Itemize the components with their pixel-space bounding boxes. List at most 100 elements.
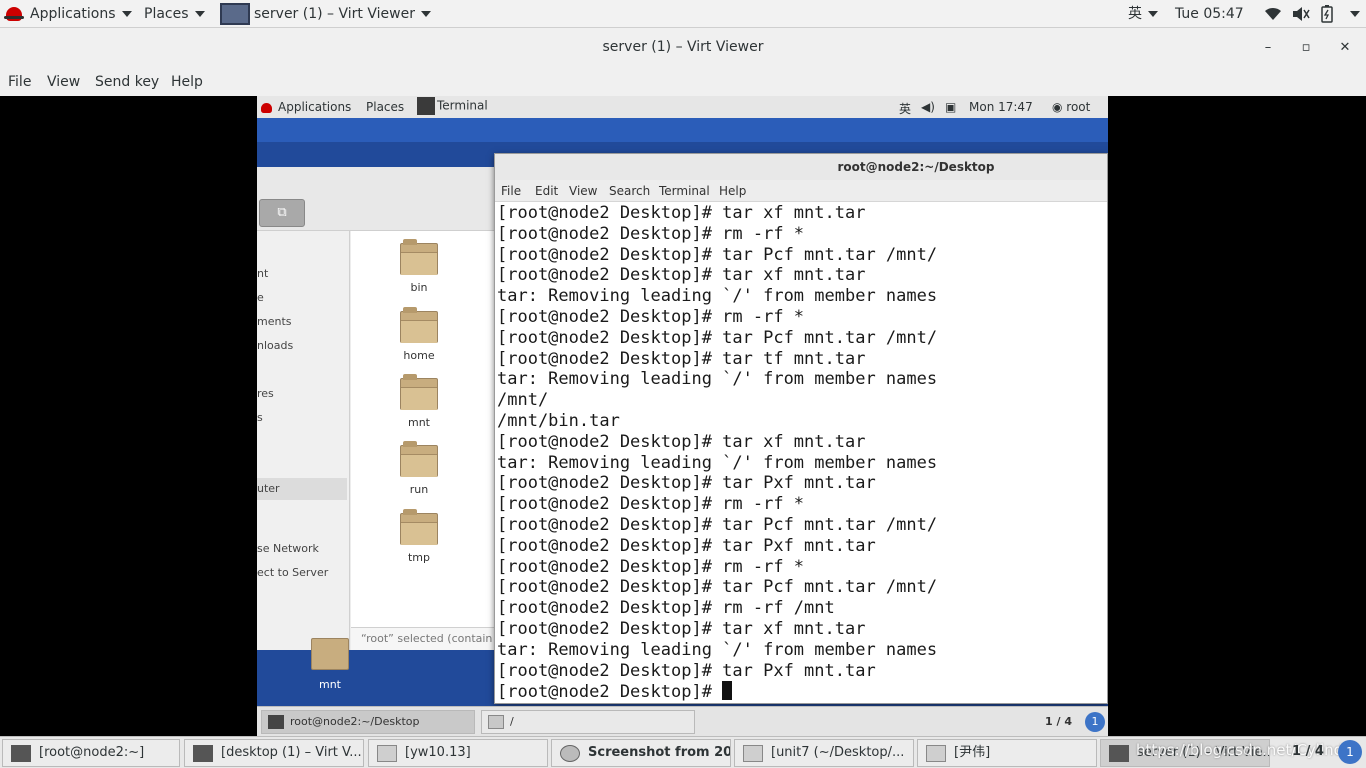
- host-task-screenshot[interactable]: Screenshot from 20...: [551, 739, 731, 767]
- host-workspace-indicator[interactable]: 1 / 4: [1292, 744, 1324, 759]
- folder-item[interactable]: home: [389, 307, 449, 362]
- terminal-line: [root@node2 Desktop]# rm -rf *: [497, 306, 805, 327]
- virt-viewer-icon: [1109, 745, 1129, 762]
- close-button[interactable]: ✕: [1333, 36, 1357, 60]
- guest-input-method[interactable]: 英: [899, 100, 911, 117]
- terminal-line: tar: Removing leading `/' from member na…: [497, 286, 938, 307]
- folder-icon: [311, 638, 349, 670]
- guest-task-terminal[interactable]: root@node2:~/Desktop: [261, 710, 475, 734]
- host-task-desktop-viewer[interactable]: [desktop (1) – Virt V...: [184, 739, 364, 767]
- terminal-line: [root@node2 Desktop]# tar Pcf mnt.tar /m…: [497, 514, 938, 535]
- folder-item[interactable]: mnt: [389, 374, 449, 429]
- system-menu[interactable]: [1344, 0, 1360, 28]
- maximize-button[interactable]: ▫: [1294, 36, 1318, 60]
- sidebar-item[interactable]: nloads: [257, 339, 293, 352]
- terminal-menu-edit[interactable]: Edit: [535, 184, 558, 198]
- guest-desktop[interactable]: ⧉ nt e ments nloads res s uter se Networ…: [257, 118, 1108, 706]
- host-task-folder[interactable]: [尹伟]: [917, 739, 1097, 767]
- virt-viewer-icon: [220, 3, 250, 25]
- terminal-menu-terminal[interactable]: Terminal: [659, 184, 710, 198]
- guest-clock[interactable]: Mon 17:47: [969, 100, 1033, 114]
- terminal-line: [root@node2 Desktop]# tar xf mnt.tar: [497, 203, 866, 223]
- chevron-down-icon: [194, 11, 205, 17]
- sidebar-item[interactable]: s: [257, 411, 263, 424]
- folder-item[interactable]: bin: [389, 239, 449, 294]
- guest-workspace-badge[interactable]: 1: [1085, 712, 1105, 732]
- sidebar-item[interactable]: ments: [257, 315, 292, 328]
- desktop-stripe: [257, 118, 1108, 142]
- minimize-button[interactable]: –: [1256, 36, 1280, 60]
- guest-workspace-indicator[interactable]: 1 / 4: [1045, 715, 1072, 728]
- terminal-icon: [11, 745, 31, 762]
- guest-active-window[interactable]: Terminal: [417, 97, 488, 115]
- terminal-menu-view[interactable]: View: [569, 184, 597, 198]
- terminal-line: [root@node2 Desktop]# rm -rf *: [497, 223, 805, 244]
- active-window-menu[interactable]: server (1) – Virt Viewer: [220, 0, 431, 28]
- terminal-title[interactable]: root@node2:~/Desktop: [495, 154, 1107, 180]
- desktop-icon-mnt[interactable]: mnt: [305, 638, 355, 691]
- terminal-line: [root@node2 Desktop]# tar Pcf mnt.tar /m…: [497, 577, 938, 598]
- input-method-menu[interactable]: 英: [1128, 0, 1158, 28]
- view-toggle-button[interactable]: ⧉: [259, 199, 305, 227]
- clock[interactable]: Tue 05:47: [1175, 0, 1244, 28]
- terminal-menu-help[interactable]: Help: [719, 184, 746, 198]
- places-menu[interactable]: Places: [144, 0, 205, 28]
- terminal-line: /mnt/: [497, 390, 549, 411]
- sidebar-item[interactable]: nt: [257, 267, 268, 280]
- folder-icon: [400, 441, 438, 477]
- terminal-icon: [268, 715, 284, 729]
- menu-send-key[interactable]: Send key: [95, 74, 159, 90]
- file-manager-sidebar: nt e ments nloads res s uter se Network …: [257, 231, 350, 650]
- volume-icon[interactable]: [1292, 0, 1310, 28]
- folder-icon: [400, 509, 438, 545]
- sidebar-item-selected[interactable]: uter: [257, 478, 347, 500]
- menu-view[interactable]: View: [47, 74, 80, 90]
- terminal-window[interactable]: root@node2:~/Desktop File Edit View Sear…: [494, 153, 1108, 704]
- host-workspace-badge[interactable]: 1: [1338, 740, 1362, 764]
- screenshot-icon: [560, 745, 580, 762]
- terminal-line: /mnt/bin.tar: [497, 410, 620, 431]
- sidebar-item[interactable]: e: [257, 291, 264, 304]
- terminal-line: tar: Removing leading `/' from member na…: [497, 639, 938, 660]
- sidebar-item[interactable]: se Network: [257, 542, 319, 555]
- file-manager-content[interactable]: bin home mnt run tmp: [351, 231, 497, 650]
- terminal-menu-file[interactable]: File: [501, 184, 521, 198]
- terminal-line: [root@node2 Desktop]# tar Pcf mnt.tar /m…: [497, 327, 938, 348]
- terminal-line: [root@node2 Desktop]# tar Pxf mnt.tar: [497, 660, 876, 681]
- file-manager-status: “root” selected (contain: [351, 627, 497, 650]
- file-manager-icon: [488, 715, 504, 729]
- virt-viewer-icon: [193, 745, 213, 762]
- guest-display[interactable]: Applications Places Terminal 英 ◀) ▣ Mon …: [257, 96, 1108, 736]
- chevron-down-icon: [420, 11, 431, 17]
- terminal-cursor: [722, 681, 733, 701]
- terminal-output[interactable]: [root@node2 Desktop]# tar xf mnt.tar [roo…: [497, 203, 1105, 703]
- menu-help[interactable]: Help: [171, 74, 203, 90]
- wifi-icon[interactable]: [1264, 0, 1282, 28]
- folder-item[interactable]: run: [389, 441, 449, 496]
- guest-user-menu[interactable]: ◉ root: [1052, 100, 1090, 114]
- host-task-unit7[interactable]: [unit7 (~/Desktop/...: [734, 739, 914, 767]
- terminal-line: [root@node2 Desktop]# tar Pcf mnt.tar /m…: [497, 244, 938, 265]
- guest-places-menu[interactable]: Places: [366, 100, 404, 114]
- battery-icon[interactable]: [1320, 0, 1334, 28]
- sidebar-item[interactable]: res: [257, 387, 274, 400]
- host-task-terminal[interactable]: [root@node2:~]: [2, 739, 180, 767]
- file-manager-window[interactable]: ⧉ nt e ments nloads res s uter se Networ…: [257, 167, 497, 650]
- guest-task-files[interactable]: /: [481, 710, 695, 734]
- terminal-line: [root@node2 Desktop]# tar xf mnt.tar: [497, 265, 866, 286]
- menu-bar: File View Send key Help: [0, 68, 1366, 96]
- applications-menu[interactable]: Applications: [4, 0, 132, 28]
- redhat-icon: [261, 102, 272, 113]
- guest-applications-menu[interactable]: Applications: [261, 100, 351, 114]
- host-top-bar: Applications Places server (1) – Virt Vi…: [0, 0, 1366, 28]
- menu-file[interactable]: File: [8, 74, 31, 90]
- window-titlebar[interactable]: server (1) – Virt Viewer – ▫ ✕: [0, 28, 1366, 68]
- folder-item[interactable]: tmp: [389, 509, 449, 564]
- sidebar-item[interactable]: ect to Server: [257, 566, 328, 579]
- terminal-prompt-line[interactable]: [root@node2 Desktop]#: [497, 681, 1105, 703]
- guest-volume-icon[interactable]: ◀): [921, 100, 935, 114]
- chevron-down-icon: [1350, 11, 1360, 17]
- host-task-yw[interactable]: [yw10.13]: [368, 739, 548, 767]
- terminal-menu-search[interactable]: Search: [609, 184, 650, 198]
- guest-network-icon[interactable]: ▣: [945, 100, 956, 114]
